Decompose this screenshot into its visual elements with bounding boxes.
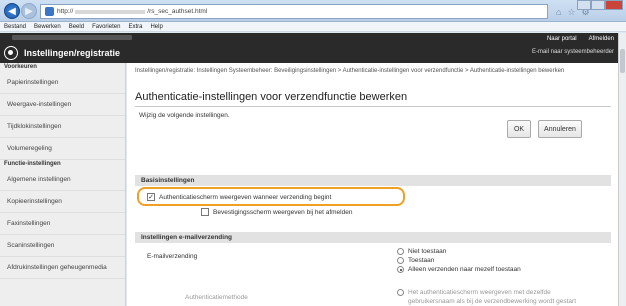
page-scrollbar[interactable] [618, 33, 626, 306]
radio-option-self[interactable]: Alleen verzenden naar mezelf toestaan [397, 266, 521, 273]
minimize-button[interactable] [577, 0, 591, 10]
sidebar-section-preferences: Voorkeuren [4, 64, 37, 70]
auth-method-label: Authenticatiemethode [185, 294, 248, 301]
home-icon[interactable]: ⌂ [556, 7, 561, 18]
sidebar-item-display[interactable]: Weergave-instellingen [0, 94, 125, 116]
menu-tools[interactable]: Extra [128, 24, 142, 30]
address-bar[interactable]: http:// /rs_sec_authset.html [40, 4, 548, 19]
device-name-redacted [12, 35, 132, 40]
address-prefix: http:// [57, 8, 74, 15]
browser-titlebar: ◀ ▶ http:// /rs_sec_authset.html ⌂ ☆ ⚙ [0, 0, 626, 22]
portal-link[interactable]: Naar portal [547, 36, 577, 42]
address-path: /rs_sec_authset.html [147, 8, 208, 15]
forward-arrow-icon: ▶ [25, 5, 33, 17]
menu-edit[interactable]: Bewerken [34, 24, 61, 30]
radio-self-label: Alleen verzenden naar mezelf toestaan [408, 266, 521, 273]
logout-link[interactable]: Afmelden [589, 36, 614, 42]
radio-same-user-label-cont: gebruikersnaam als bij de verzendbewerki… [408, 298, 577, 305]
radio-option-allow[interactable]: Toestaan [397, 257, 434, 264]
favicon-icon [45, 7, 54, 16]
cancel-button[interactable]: Annuleren [538, 120, 582, 138]
sidebar: Voorkeuren Papierinstellingen Weergave-i… [0, 63, 126, 306]
back-button[interactable]: ◀ [4, 3, 20, 19]
main-content: Instellingen/registratie: Instellingen S… [127, 63, 618, 306]
breadcrumb[interactable]: Instellingen/registratie: Instellingen S… [135, 67, 611, 75]
forward-button[interactable]: ▶ [21, 3, 37, 19]
menu-file[interactable]: Bestand [4, 24, 26, 30]
basic-settings-header: Basisinstellingen [135, 175, 611, 186]
sidebar-item-paper[interactable]: Papierinstellingen [0, 72, 125, 94]
radio-allow[interactable] [397, 257, 404, 264]
intro-text: Wijzig de volgende instellingen. [139, 112, 230, 119]
logout-confirm-label: Bevestigingsscherm weergeven bij het afm… [213, 208, 353, 216]
logout-confirm-option[interactable]: Bevestigingsscherm weergeven bij het afm… [201, 208, 352, 216]
radio-option-same-user[interactable]: Het authenticatiescherm weergeven met de… [397, 289, 551, 296]
radio-deny[interactable] [397, 248, 404, 255]
sidebar-item-copy[interactable]: Kopieerinstellingen [0, 191, 125, 213]
radio-deny-label: Niet toestaan [408, 248, 447, 255]
star-icon[interactable]: ☆ [567, 7, 575, 18]
logout-confirm-checkbox[interactable] [201, 208, 209, 216]
radio-self[interactable] [397, 266, 404, 273]
address-redacted [75, 9, 146, 14]
menu-help[interactable]: Help [150, 24, 162, 30]
sidebar-item-fax[interactable]: Faxinstellingen [0, 213, 125, 235]
sidebar-item-scan[interactable]: Scaninstellingen [0, 235, 125, 257]
menu-favorites[interactable]: Favorieten [92, 24, 120, 30]
menu-view[interactable]: Beeld [69, 24, 84, 30]
sidebar-item-volume[interactable]: Volumeregeling [0, 138, 125, 160]
sidebar-item-timer[interactable]: Tijdklokinstellingen [0, 116, 125, 138]
window-controls [577, 0, 623, 10]
radio-allow-label: Toestaan [408, 257, 435, 264]
sidebar-item-general[interactable]: Algemene instellingen [0, 169, 125, 191]
radio-same-user-label: Het authenticatiescherm weergeven met de… [408, 289, 551, 296]
sidebar-section-functions: Functie-instellingen [4, 161, 61, 167]
title-divider [135, 106, 611, 107]
email-admin-link[interactable]: E-mail naar systeembeheerder [532, 49, 614, 55]
radio-same-user[interactable] [397, 289, 404, 296]
email-send-label: E-mailverzending [147, 253, 198, 260]
auth-screen-option[interactable]: ✓ Authenticatiescherm weergeven wanneer … [147, 193, 331, 201]
radio-option-deny[interactable]: Niet toestaan [397, 248, 446, 255]
auth-screen-checkbox[interactable]: ✓ [147, 193, 155, 201]
back-arrow-icon: ◀ [8, 5, 16, 17]
close-button[interactable] [605, 0, 623, 10]
ok-button[interactable]: OK [507, 120, 531, 138]
sidebar-item-media-print[interactable]: Afdrukinstellingen geheugenmedia [0, 257, 125, 279]
page-title: Authenticatie-instellingen voor verzendf… [135, 91, 408, 103]
email-settings-header: Instellingen e-mailverzending [135, 232, 611, 243]
maximize-button[interactable] [591, 0, 605, 10]
settings-icon [4, 46, 18, 60]
auth-screen-label: Authenticatiescherm weergeven wanneer ve… [159, 193, 332, 201]
app-header: Instellingen/registratie Naar portal Afm… [0, 33, 618, 63]
app-title: Instellingen/registratie [24, 48, 121, 58]
scrollbar-thumb[interactable] [620, 49, 625, 73]
browser-menubar: Bestand Bewerken Beeld Favorieten Extra … [0, 22, 626, 32]
